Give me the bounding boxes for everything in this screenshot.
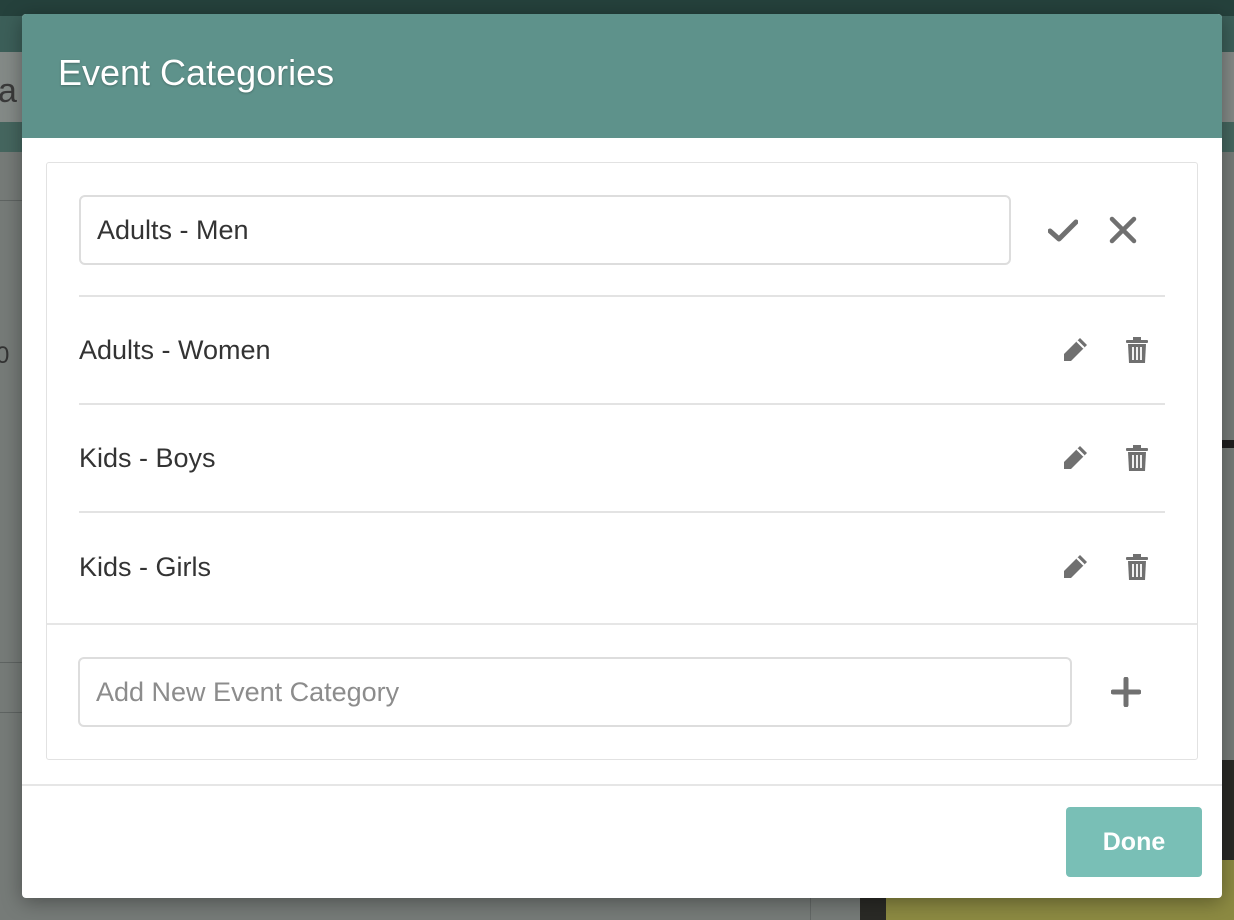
check-icon[interactable] — [1047, 214, 1079, 246]
background-header-text: a — [0, 72, 17, 110]
pencil-icon[interactable] — [1059, 442, 1091, 474]
done-button[interactable]: Done — [1066, 807, 1202, 877]
category-label: Adults - Women — [79, 334, 271, 365]
modal-footer: Done — [22, 784, 1222, 898]
add-category-input[interactable] — [78, 657, 1072, 727]
category-name-input[interactable] — [79, 195, 1011, 265]
categories-panel: Adults - Women Kids - Boys — [46, 162, 1198, 760]
trash-icon[interactable] — [1121, 551, 1153, 583]
pencil-icon[interactable] — [1059, 551, 1091, 583]
category-row: Adults - Women — [79, 297, 1165, 405]
edit-actions — [1047, 214, 1139, 246]
add-category-section — [47, 623, 1197, 759]
row-actions — [1059, 334, 1153, 366]
category-row: Kids - Girls — [79, 513, 1165, 621]
category-label: Kids - Girls — [79, 551, 212, 582]
pencil-icon[interactable] — [1059, 334, 1091, 366]
categories-list: Adults - Women Kids - Boys — [47, 163, 1197, 621]
trash-icon[interactable] — [1121, 442, 1153, 474]
background-side-text: 0 — [0, 342, 10, 369]
category-row: Kids - Boys — [79, 405, 1165, 513]
row-actions — [1059, 551, 1153, 583]
category-label: Kids - Boys — [79, 442, 216, 473]
event-categories-modal: Event Categories Adults - Men Adults - W… — [22, 14, 1222, 898]
trash-icon[interactable] — [1121, 334, 1153, 366]
modal-title: Event Categories — [58, 52, 335, 93]
plus-icon[interactable] — [1110, 676, 1142, 708]
modal-body: Adults - Women Kids - Boys — [22, 138, 1222, 760]
background-mark — [1222, 440, 1234, 448]
category-row-editing — [79, 163, 1165, 297]
modal-header: Event Categories — [22, 14, 1222, 138]
row-actions — [1059, 442, 1153, 474]
close-icon[interactable] — [1107, 214, 1139, 246]
